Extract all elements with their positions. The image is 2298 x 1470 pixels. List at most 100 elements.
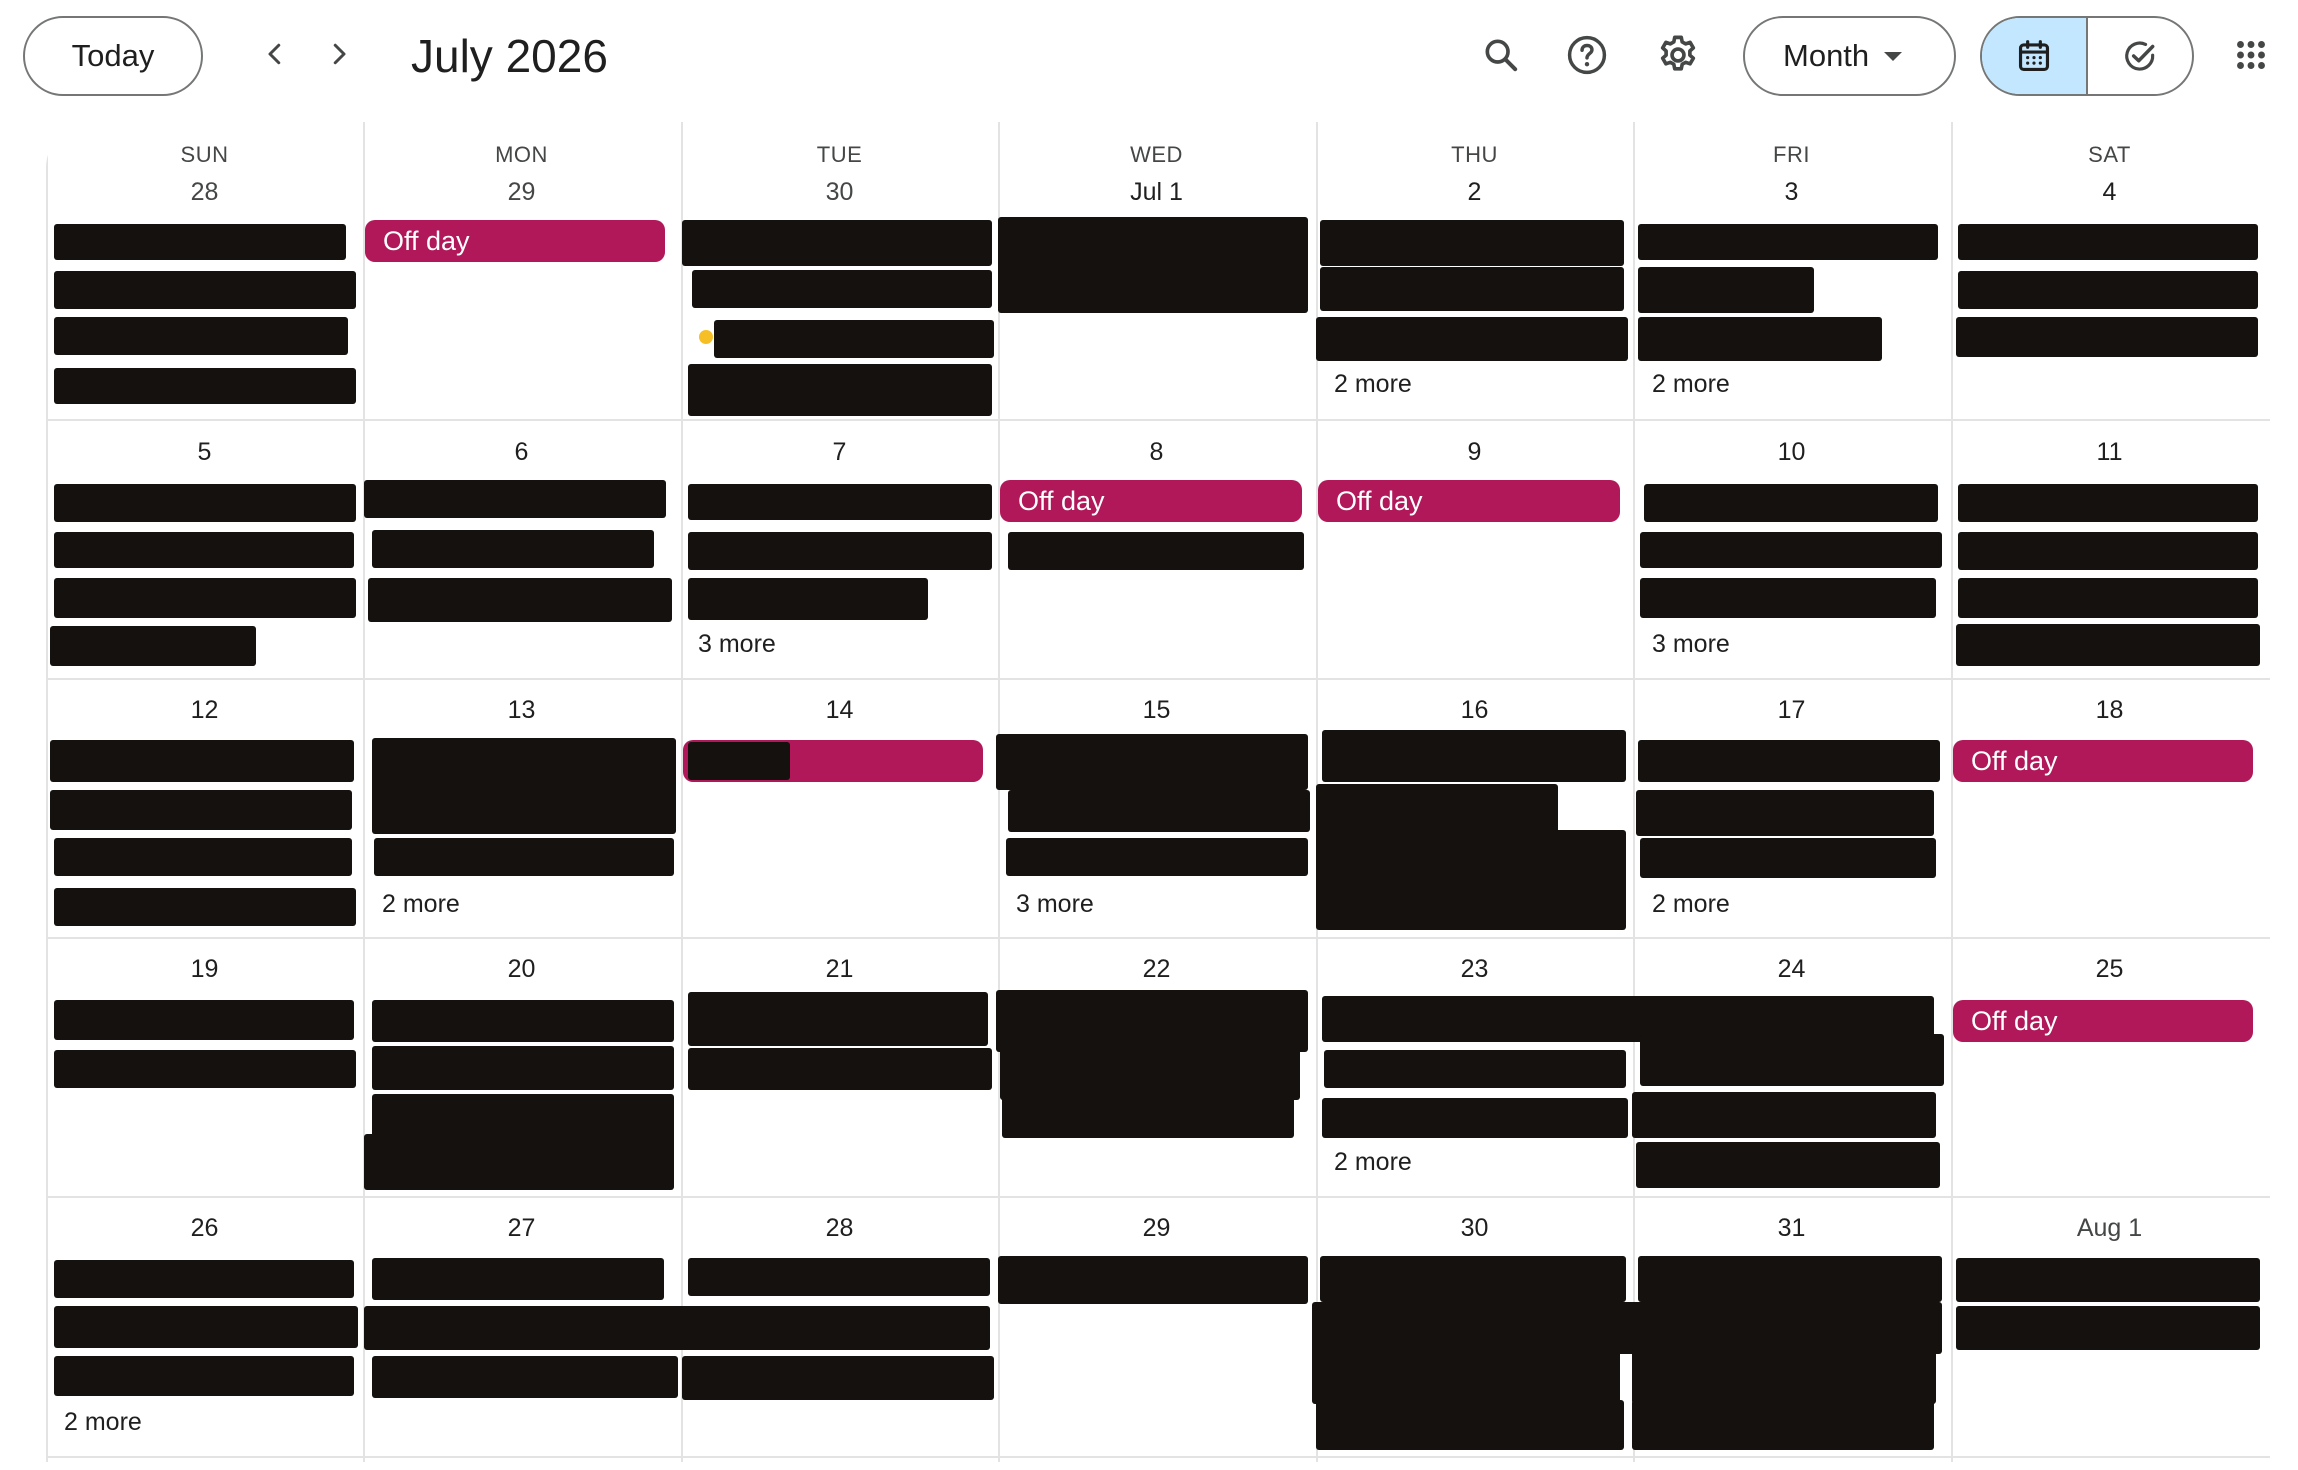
redacted-event[interactable]	[372, 1000, 674, 1042]
redacted-event[interactable]	[1312, 1348, 1620, 1404]
day-number[interactable]: 9	[1316, 438, 1633, 467]
redacted-event[interactable]	[54, 484, 356, 522]
redacted-event[interactable]	[372, 1046, 674, 1090]
redacted-event[interactable]	[50, 790, 352, 830]
redacted-event[interactable]	[998, 1256, 1308, 1304]
off-day-event[interactable]: Off day	[1318, 480, 1620, 522]
day-number[interactable]: 30	[1316, 1214, 1633, 1243]
redacted-event[interactable]	[50, 740, 354, 782]
google-apps-button[interactable]	[2222, 26, 2280, 84]
more-events-link[interactable]: 3 more	[698, 630, 776, 659]
redacted-event[interactable]	[1644, 484, 1938, 522]
redacted-event[interactable]	[1956, 1306, 2260, 1350]
redacted-event[interactable]	[372, 530, 654, 568]
redacted-event[interactable]	[1640, 1034, 1944, 1086]
redacted-event[interactable]	[372, 1356, 678, 1398]
off-day-event[interactable]: Off day	[1953, 740, 2253, 782]
redacted-event[interactable]	[688, 532, 992, 570]
redacted-event[interactable]	[1638, 317, 1882, 361]
day-number[interactable]: 25	[1951, 955, 2268, 984]
redacted-event[interactable]	[1958, 578, 2258, 618]
next-month-button[interactable]	[311, 26, 367, 82]
more-events-link[interactable]: 2 more	[64, 1408, 142, 1437]
more-events-link[interactable]: 2 more	[1652, 370, 1730, 399]
off-day-event[interactable]: Off day	[365, 220, 665, 262]
redacted-event[interactable]	[1958, 484, 2258, 522]
day-number[interactable]: 23	[1316, 955, 1633, 984]
more-events-link[interactable]: 2 more	[1334, 370, 1412, 399]
redacted-event[interactable]	[1008, 532, 1304, 570]
redacted-event[interactable]	[1640, 838, 1936, 878]
more-events-link[interactable]: 2 more	[1334, 1148, 1412, 1177]
day-number[interactable]: 13	[363, 696, 680, 725]
redacted-event[interactable]	[688, 742, 790, 780]
redacted-event[interactable]	[1956, 624, 2260, 666]
day-number[interactable]: Jul 1	[998, 178, 1315, 207]
day-number[interactable]: 24	[1633, 955, 1950, 984]
redacted-event[interactable]	[54, 532, 354, 568]
redacted-event[interactable]	[364, 480, 666, 518]
redacted-event[interactable]	[1640, 532, 1942, 568]
day-number[interactable]: 10	[1633, 438, 1950, 467]
redacted-event[interactable]	[1638, 224, 1938, 260]
redacted-event[interactable]	[998, 217, 1308, 313]
more-events-link[interactable]: 3 more	[1652, 630, 1730, 659]
redacted-event[interactable]	[54, 1356, 354, 1396]
calendar-view-button[interactable]	[1982, 18, 2088, 94]
day-number[interactable]: 26	[46, 1214, 363, 1243]
redacted-event[interactable]	[1636, 790, 1934, 836]
day-number[interactable]: 15	[998, 696, 1315, 725]
redacted-event[interactable]	[54, 317, 348, 355]
redacted-event[interactable]	[688, 1048, 992, 1090]
redacted-event[interactable]	[54, 1000, 354, 1040]
off-day-event[interactable]: Off day	[1000, 480, 1302, 522]
settings-button[interactable]	[1649, 26, 1707, 84]
redacted-event[interactable]	[1632, 1400, 1934, 1450]
day-number[interactable]: 29	[998, 1214, 1315, 1243]
more-events-link[interactable]: 2 more	[382, 890, 460, 919]
redacted-event[interactable]	[54, 368, 356, 404]
day-number[interactable]: 12	[46, 696, 363, 725]
redacted-event[interactable]	[1638, 1256, 1942, 1302]
redacted-event[interactable]	[1316, 830, 1626, 930]
day-number[interactable]: 30	[681, 178, 998, 207]
redacted-event[interactable]	[682, 1356, 994, 1400]
day-number[interactable]: 11	[1951, 438, 2268, 467]
day-number[interactable]: 18	[1951, 696, 2268, 725]
redacted-event[interactable]	[54, 271, 356, 309]
tasks-view-button[interactable]	[2088, 18, 2192, 94]
day-number[interactable]: 20	[363, 955, 680, 984]
day-number[interactable]: 4	[1951, 178, 2268, 207]
redacted-event[interactable]	[692, 270, 992, 308]
redacted-event[interactable]	[1632, 1092, 1936, 1138]
redacted-event[interactable]	[54, 578, 356, 618]
redacted-event[interactable]	[54, 1260, 354, 1298]
redacted-event[interactable]	[1958, 532, 2258, 570]
day-number[interactable]: Aug 1	[1951, 1214, 2268, 1243]
day-number[interactable]: 28	[681, 1214, 998, 1243]
redacted-event[interactable]	[1008, 790, 1310, 832]
redacted-event[interactable]	[1636, 1142, 1940, 1188]
redacted-event[interactable]	[682, 220, 992, 266]
redacted-event[interactable]	[1320, 267, 1624, 311]
day-number[interactable]: 31	[1633, 1214, 1950, 1243]
redacted-event[interactable]	[1320, 1256, 1626, 1302]
redacted-event[interactable]	[1958, 224, 2258, 260]
redacted-event[interactable]	[372, 1258, 664, 1300]
redacted-event[interactable]	[54, 1306, 358, 1348]
redacted-event[interactable]	[688, 992, 988, 1046]
redacted-event[interactable]	[688, 364, 992, 416]
redacted-event[interactable]	[1320, 220, 1624, 266]
redacted-event[interactable]	[1316, 317, 1628, 361]
redacted-event[interactable]	[1322, 1098, 1628, 1138]
redacted-event[interactable]	[54, 224, 346, 260]
redacted-event[interactable]	[54, 888, 356, 926]
redacted-event[interactable]	[374, 838, 674, 876]
redacted-event[interactable]	[1002, 1094, 1294, 1138]
redacted-event[interactable]	[1324, 1050, 1626, 1088]
redacted-event[interactable]	[54, 838, 352, 876]
redacted-event[interactable]	[996, 734, 1308, 790]
help-button[interactable]	[1558, 26, 1616, 84]
day-number[interactable]: 28	[46, 178, 363, 207]
day-number[interactable]: 5	[46, 438, 363, 467]
